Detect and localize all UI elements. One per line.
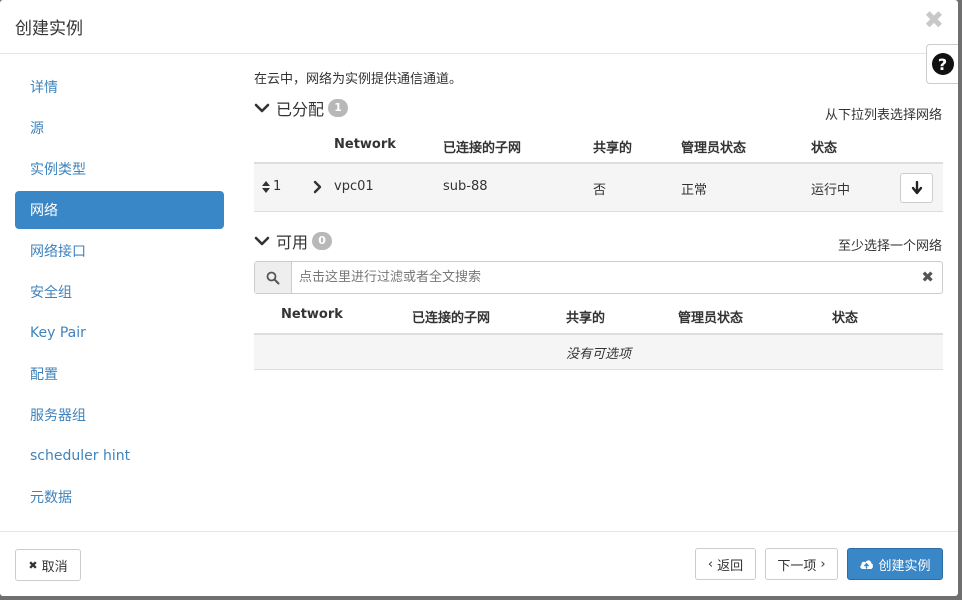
table-divider (254, 369, 943, 370)
allocated-count-badge: 1 (328, 99, 349, 117)
row-network: vpc01 (334, 179, 374, 194)
backdrop-edge (958, 0, 962, 600)
chevron-down-icon (254, 103, 270, 113)
available-col-shared: 共享的 (566, 311, 606, 326)
available-col-admin-state: 管理员状态 (678, 311, 744, 326)
next-button[interactable]: 下一项 › (765, 548, 838, 580)
back-label: 返回 (717, 558, 744, 574)
sidebar-item-metadata[interactable]: 元数据 (15, 478, 224, 516)
empty-text: 没有可选项 (565, 347, 631, 362)
search-addon (255, 262, 292, 293)
row-subnet: sub-88 (443, 179, 488, 194)
search-input[interactable] (297, 267, 897, 287)
sidebar-item-scheduler-hints[interactable]: scheduler hint (15, 437, 224, 475)
search-icon (266, 271, 280, 284)
cloud-upload-icon (860, 560, 874, 569)
allocated-section-header[interactable]: 已分配 1 (254, 96, 349, 120)
create-instance-dialog: 创建实例 ✖ ? 详情 源 实例类型 网络 网络接口 安全组 Key Pair … (0, 0, 958, 596)
allocated-col-network: Network (334, 137, 396, 152)
sidebar-item-configuration[interactable]: 配置 (15, 355, 224, 393)
table-divider (254, 211, 943, 212)
chevron-down-icon (254, 236, 270, 246)
chevron-right-icon[interactable] (313, 180, 323, 194)
available-col-status: 状态 (832, 311, 859, 326)
sort-icon[interactable] (261, 180, 271, 194)
close-icon: ✖ (28, 558, 38, 572)
available-count-badge: 0 (312, 232, 333, 250)
sidebar-item-source[interactable]: 源 (15, 109, 224, 147)
allocated-title: 已分配 (276, 100, 325, 119)
available-col-network: Network (281, 307, 343, 322)
available-section-header[interactable]: 可用 0 (254, 229, 333, 253)
row-status: 运行中 (811, 183, 851, 198)
cancel-button[interactable]: ✖ 取消 (15, 549, 81, 581)
deallocate-button[interactable] (900, 173, 933, 203)
chevron-left-icon: ‹ (707, 556, 714, 572)
chevron-right-icon: › (820, 556, 826, 572)
sidebar-item-server-groups[interactable]: 服务器组 (15, 396, 224, 434)
dialog-footer: ✖ 取消 ‹ 返回 下一项 › 创建实例 (0, 531, 958, 596)
allocated-col-admin-state: 管理员状态 (681, 141, 747, 156)
row-order: 1 (273, 179, 282, 194)
filter-search-box: ✖ (254, 261, 943, 294)
wizard-steps-sidebar: 详情 源 实例类型 网络 网络接口 安全组 Key Pair 配置 服务器组 s… (15, 68, 224, 519)
back-button[interactable]: ‹ 返回 (695, 548, 756, 580)
question-icon: ? (931, 53, 954, 75)
allocated-col-subnets: 已连接的子网 (443, 141, 522, 156)
row-shared: 否 (593, 183, 607, 198)
arrow-down-icon (911, 181, 922, 195)
allocated-col-status: 状态 (811, 141, 838, 156)
dialog-title: 创建实例 (15, 19, 83, 39)
sidebar-item-security-groups[interactable]: 安全组 (15, 273, 224, 311)
allocated-col-shared: 共享的 (593, 141, 633, 156)
sidebar-item-details[interactable]: 详情 (15, 68, 224, 106)
help-button[interactable]: ? (926, 44, 958, 84)
sidebar-item-networks[interactable]: 网络 (15, 191, 224, 229)
available-hint: 至少选择一个网络 (838, 239, 943, 254)
close-icon[interactable]: ✖ (924, 8, 944, 32)
dialog-header: 创建实例 ✖ (0, 0, 958, 54)
sidebar-item-key-pair[interactable]: Key Pair (15, 314, 224, 352)
create-label: 创建实例 (878, 558, 931, 574)
sidebar-item-network-ports[interactable]: 网络接口 (15, 232, 224, 270)
create-instance-button[interactable]: 创建实例 (847, 548, 943, 580)
sidebar-item-flavor[interactable]: 实例类型 (15, 150, 224, 188)
next-label: 下一项 (777, 558, 817, 574)
networks-intro-text: 在云中，网络为实例提供通信通道。 (254, 72, 463, 87)
clear-icon[interactable]: ✖ (921, 268, 934, 286)
available-title: 可用 (276, 233, 309, 252)
available-col-subnets: 已连接的子网 (412, 311, 491, 326)
cancel-label: 取消 (41, 559, 68, 575)
allocated-hint: 从下拉列表选择网络 (825, 108, 943, 123)
row-admin-state: 正常 (681, 183, 708, 198)
